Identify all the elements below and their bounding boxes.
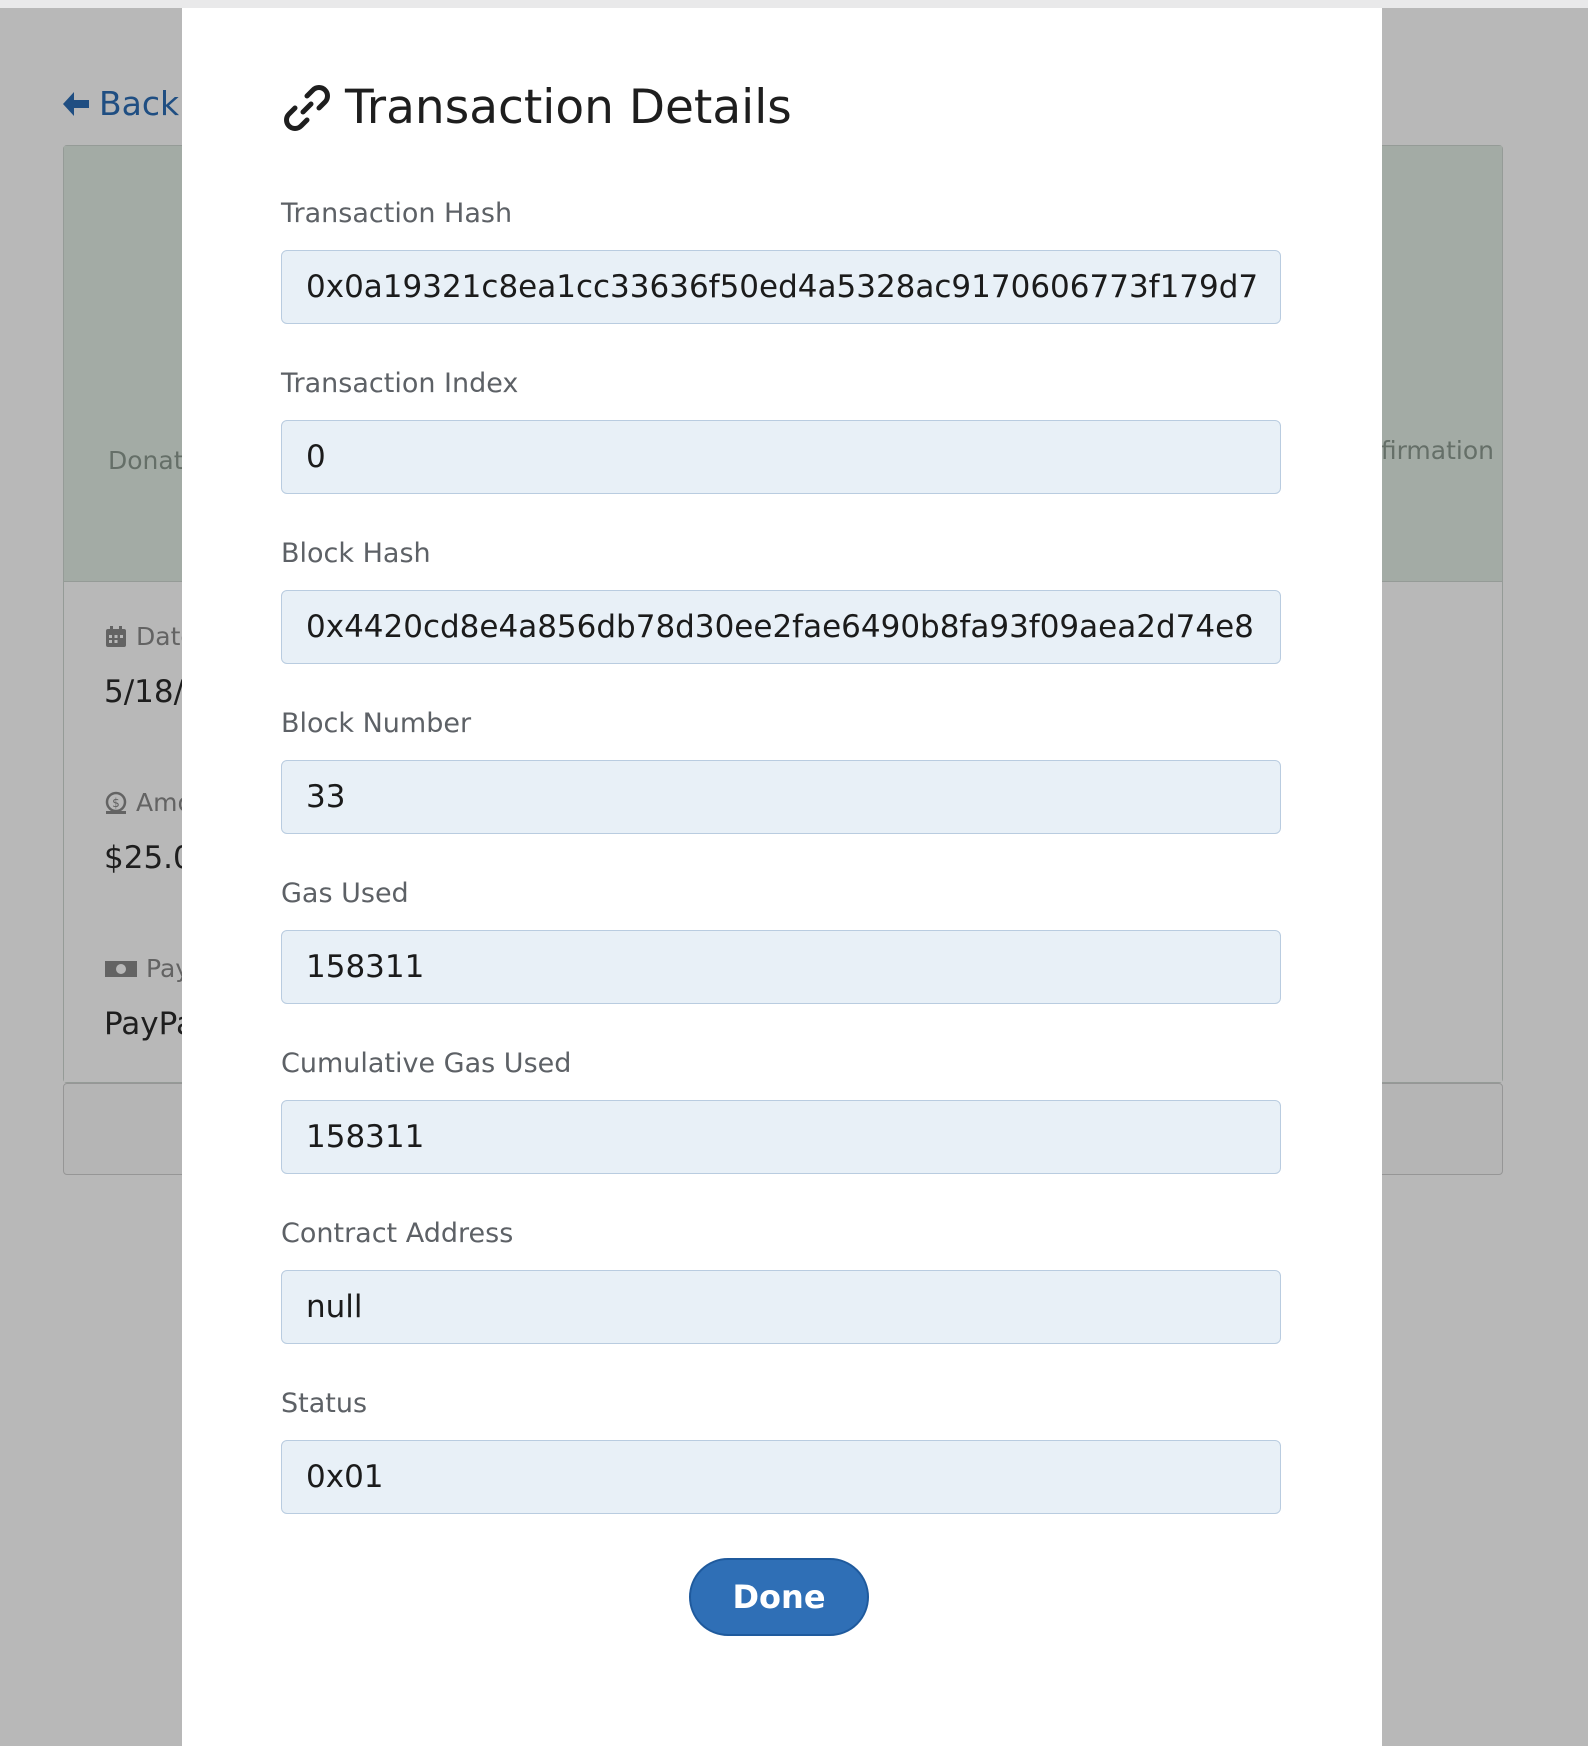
- transaction-details-modal: Transaction Details Transaction Hash Tra…: [182, 8, 1382, 1746]
- field-transaction-hash: Transaction Hash: [281, 198, 1281, 324]
- field-gas-used: Gas Used: [281, 878, 1281, 1004]
- cumulative-gas-used-label: Cumulative Gas Used: [281, 1048, 572, 1079]
- contract-address-label: Contract Address: [281, 1218, 514, 1249]
- field-contract-address: Contract Address: [281, 1218, 1281, 1344]
- status-label: Status: [281, 1388, 368, 1419]
- block-number-input[interactable]: [281, 760, 1281, 834]
- field-transaction-index: Transaction Index: [281, 368, 1281, 494]
- gas-used-label: Gas Used: [281, 878, 409, 909]
- block-number-label: Block Number: [281, 708, 472, 739]
- block-hash-label: Block Hash: [281, 538, 431, 569]
- field-block-hash: Block Hash: [281, 538, 1281, 664]
- cumulative-gas-used-input[interactable]: [281, 1100, 1281, 1174]
- field-status: Status: [281, 1388, 1281, 1514]
- transaction-index-input[interactable]: [281, 420, 1281, 494]
- transaction-index-label: Transaction Index: [281, 368, 519, 399]
- contract-address-input[interactable]: [281, 1270, 1281, 1344]
- field-block-number: Block Number: [281, 708, 1281, 834]
- block-hash-input[interactable]: [281, 590, 1281, 664]
- modal-title: Transaction Details: [281, 80, 792, 135]
- link-icon: [284, 84, 330, 131]
- done-button[interactable]: Done: [689, 1558, 869, 1636]
- field-cumulative-gas-used: Cumulative Gas Used: [281, 1048, 1281, 1174]
- modal-title-text: Transaction Details: [345, 80, 792, 135]
- transaction-hash-label: Transaction Hash: [281, 198, 513, 229]
- gas-used-input[interactable]: [281, 930, 1281, 1004]
- status-input[interactable]: [281, 1440, 1281, 1514]
- transaction-hash-input[interactable]: [281, 250, 1281, 324]
